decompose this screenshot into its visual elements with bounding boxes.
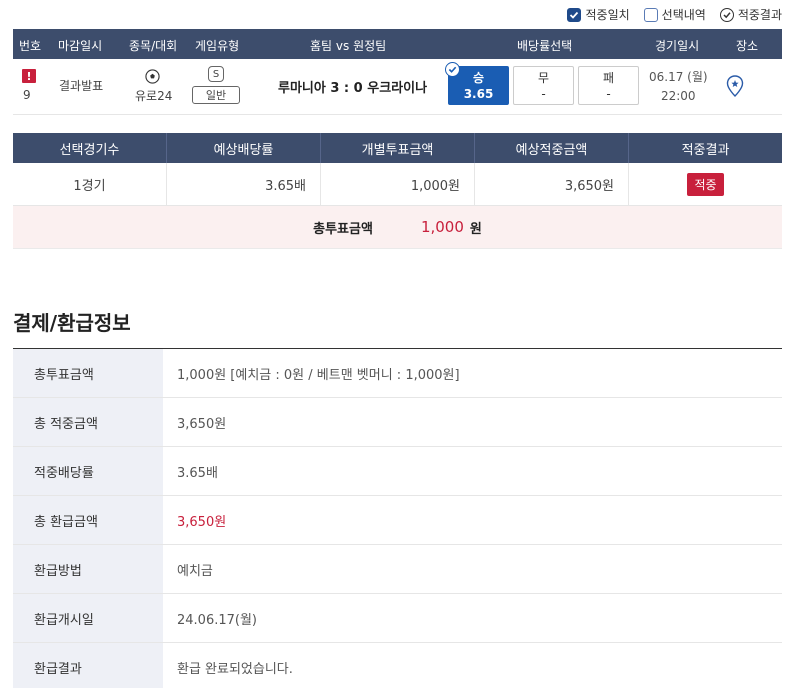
game-table-header: 번호 마감일시 종목/대회 게임유형 홈팀 vs 원정팀 배당률선택 경기일시 … [13,29,782,59]
alert-icon: ! [22,69,36,83]
info-value: 3.65배 [177,465,218,481]
odds-lose-button[interactable]: 패 - [578,66,639,105]
info-row: 환급방법 예치금 [13,545,782,594]
total-bet-unit: 원 [469,221,482,237]
odds-label: 무 [537,71,550,85]
odds-value: - [606,87,611,101]
filter-hit-match[interactable]: 적중일치 [567,6,630,23]
summary-result-cell: 적중 [629,163,782,206]
soccer-ball-icon [145,69,160,84]
total-bet-label: 총투표금액 [313,221,373,237]
odds-value: - [541,87,546,101]
info-value: 24.06.17(월) [177,612,257,628]
check-circle-icon[interactable] [719,7,734,22]
deadline-status: 결과발표 [59,79,104,93]
league-name: 유로24 [135,89,173,103]
checkbox-checked-icon[interactable] [567,7,582,22]
info-row: 적중배당률 3.65배 [13,447,782,496]
info-label: 총 환급금액 [13,496,163,544]
info-value-highlight: 3,650원 [177,514,227,530]
hit-badge: 적중 [687,173,724,196]
col-number: 번호 [19,39,42,53]
info-row: 총 적중금액 3,650원 [13,398,782,447]
info-row: 환급결과 환급 완료되었습니다. [13,643,782,688]
summary-col-result: 적중결과 [681,142,730,158]
summary-expected-win: 3,650원 [475,163,629,206]
summary-col-odds: 예상배당률 [167,133,321,163]
info-row: 총투표금액 1,000원 [예치금 : 0원 / 베트맨 벳머니 : 1,000… [13,349,782,398]
info-label: 적중배당률 [13,447,163,495]
game-type-badge: 일반 [192,86,240,104]
map-pin-icon[interactable] [726,75,744,97]
col-odds: 배당률선택 [517,39,573,53]
info-value: 환급 완료되었습니다. [177,661,293,677]
match-score: 루마니아 3 : 0 우크라이나 [278,81,428,96]
game-type-icon: S [208,66,224,82]
total-bet-value: 1,000 [420,218,464,236]
info-row: 환급개시일 24.06.17(월) [13,594,782,643]
col-venue: 장소 [736,39,759,53]
info-label: 환급방법 [13,545,163,593]
summary-col-games: 선택경기수 [13,133,167,163]
game-number: 9 [23,88,31,102]
game-time: 22:00 [660,89,696,103]
info-label: 환급개시일 [13,594,163,642]
filter-selection[interactable]: 선택내역 [643,6,706,23]
col-match: 홈팀 vs 원정팀 [310,39,387,53]
payment-info-table: 총투표금액 1,000원 [예치금 : 0원 / 베트맨 벳머니 : 1,000… [13,348,782,688]
summary-games: 1경기 [13,163,167,206]
col-game-type: 게임유형 [195,39,240,53]
col-deadline: 마감일시 [58,39,103,53]
info-label: 총 적중금액 [13,398,163,446]
summary-col-bet-amount: 개별투표금액 [321,133,475,163]
game-datetime: 06.17 (월) 22:00 [649,68,708,106]
info-value: 예치금 [177,563,213,579]
checkbox-empty-icon[interactable] [643,7,658,22]
section-title: 결제/환급정보 [13,311,131,335]
selected-check-icon [445,62,460,77]
summary-col-expected-win: 예상적중금액 [475,133,629,163]
info-label: 환급결과 [13,643,163,688]
odds-draw-button[interactable]: 무 - [513,66,574,105]
filter-label: 선택내역 [661,8,706,22]
game-date: 06.17 (월) [649,70,708,84]
game-row: ! 9 결과발표 유로24 S 일반 루마니아 3 : 0 우크라이나 승 3.… [13,59,782,115]
col-game-date: 경기일시 [655,39,700,53]
summary-row: 1경기 3.65배 1,000원 3,650원 적중 [13,163,782,206]
info-row: 총 환급금액 3,650원 [13,496,782,545]
info-value: 3,650원 [177,416,227,432]
summary-odds: 3.65배 [167,163,321,206]
result-filters: 적중일치 선택내역 적중결과 [567,6,782,23]
filter-label: 적중결과 [737,8,782,22]
total-bet-row: 총투표금액 1,000 원 [13,206,782,249]
col-sport: 종목/대회 [129,39,178,53]
summary-bet-amount: 1,000원 [321,163,475,206]
filter-hit-result[interactable]: 적중결과 [719,6,782,23]
filter-label: 적중일치 [585,8,630,22]
odds-value: 3.65 [463,87,494,101]
info-value: 1,000원 [예치금 : 0원 / 베트맨 벳머니 : 1,000원] [177,367,460,383]
info-label: 총투표금액 [13,349,163,397]
summary-header: 선택경기수 예상배당률 개별투표금액 예상적중금액 적중결과 [13,133,782,163]
odds-label: 패 [602,71,615,85]
